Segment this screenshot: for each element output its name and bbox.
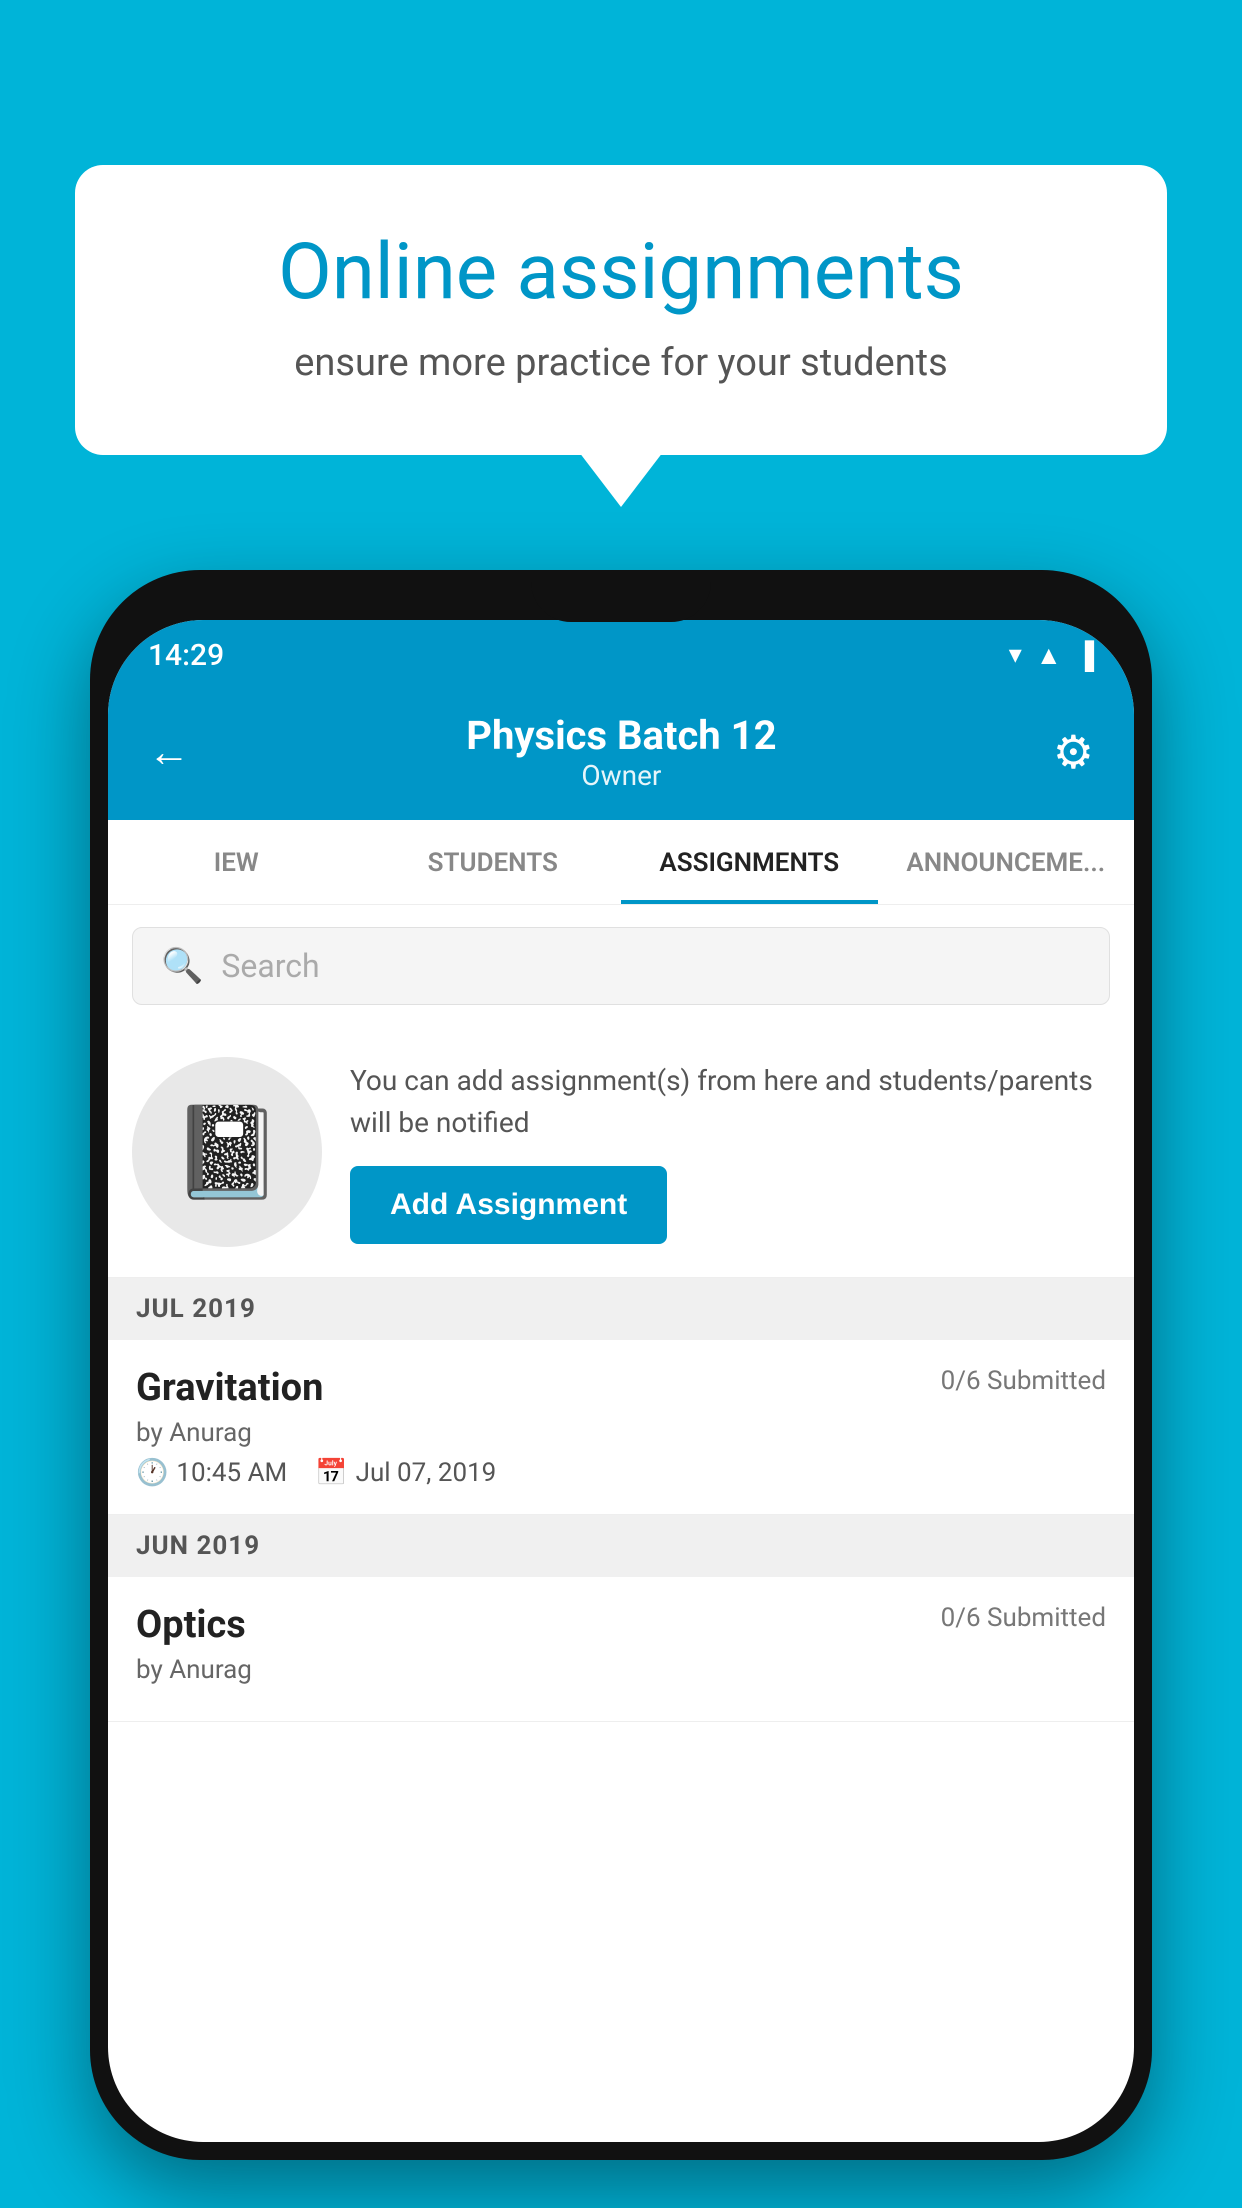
app-header: ← Physics Batch 12 Owner ⚙ [108, 690, 1134, 820]
tab-students[interactable]: STUDENTS [365, 820, 622, 904]
tabs-bar: IEW STUDENTS ASSIGNMENTS ANNOUNCEME... [108, 820, 1134, 905]
tab-assignments[interactable]: ASSIGNMENTS [621, 820, 878, 904]
wifi-icon: ▾ [1009, 640, 1022, 670]
speech-bubble-title: Online assignments [155, 230, 1087, 316]
tab-announcements[interactable]: ANNOUNCEME... [878, 820, 1135, 904]
assignment-time-value: 10:45 AM [176, 1458, 287, 1488]
assignment-by-optics: by Anurag [136, 1655, 1106, 1685]
assignment-top-row: Gravitation 0/6 Submitted [136, 1366, 1106, 1410]
promo-content: You can add assignment(s) from here and … [350, 1060, 1110, 1244]
phone-screen: 14:29 ▾ ▲ ▐ ← Physics Batch 12 Owner ⚙ I… [108, 620, 1134, 2142]
search-bar[interactable]: 🔍 Search [132, 927, 1110, 1005]
section-header-jul: JUL 2019 [108, 1278, 1134, 1340]
section-header-jun: JUN 2019 [108, 1515, 1134, 1577]
assignment-name-optics: Optics [136, 1603, 246, 1647]
promo-text: You can add assignment(s) from here and … [350, 1060, 1110, 1144]
calendar-icon: 📅 [315, 1458, 347, 1488]
phone-notch [531, 570, 711, 622]
assignment-item-gravitation[interactable]: Gravitation 0/6 Submitted by Anurag 🕐 10… [108, 1340, 1134, 1515]
assignment-item-optics[interactable]: Optics 0/6 Submitted by Anurag [108, 1577, 1134, 1722]
assignment-submitted-optics: 0/6 Submitted [941, 1603, 1106, 1633]
search-icon: 🔍 [161, 946, 203, 986]
promo-section: 📓 You can add assignment(s) from here an… [108, 1027, 1134, 1278]
assignment-submitted-gravitation: 0/6 Submitted [941, 1366, 1106, 1396]
search-placeholder: Search [221, 947, 319, 985]
tab-iew[interactable]: IEW [108, 820, 365, 904]
battery-icon: ▐ [1076, 640, 1094, 671]
status-bar: 14:29 ▾ ▲ ▐ [108, 620, 1134, 690]
add-assignment-button[interactable]: Add Assignment [350, 1166, 667, 1244]
signal-icon: ▲ [1036, 640, 1062, 671]
status-icons: ▾ ▲ ▐ [1009, 640, 1094, 671]
assignment-meta-gravitation: 🕐 10:45 AM 📅 Jul 07, 2019 [136, 1458, 1106, 1488]
promo-icon-circle: 📓 [132, 1057, 322, 1247]
assignment-top-row-optics: Optics 0/6 Submitted [136, 1603, 1106, 1647]
assignment-date: 📅 Jul 07, 2019 [315, 1458, 496, 1488]
header-subtitle: Owner [190, 759, 1053, 792]
status-time: 14:29 [148, 638, 224, 673]
speech-bubble-container: Online assignments ensure more practice … [75, 165, 1167, 455]
speech-bubble-subtitle: ensure more practice for your students [155, 341, 1087, 385]
header-title: Physics Batch 12 [190, 712, 1053, 759]
speech-bubble: Online assignments ensure more practice … [75, 165, 1167, 455]
notebook-icon: 📓 [171, 1100, 283, 1205]
header-center: Physics Batch 12 Owner [190, 712, 1053, 792]
assignment-name-gravitation: Gravitation [136, 1366, 323, 1410]
back-button[interactable]: ← [148, 728, 190, 777]
clock-icon: 🕐 [136, 1458, 168, 1488]
assignment-date-value: Jul 07, 2019 [356, 1458, 497, 1488]
assignment-by-gravitation: by Anurag [136, 1418, 1106, 1448]
search-container: 🔍 Search [108, 905, 1134, 1027]
assignment-time: 🕐 10:45 AM [136, 1458, 287, 1488]
phone-frame: 14:29 ▾ ▲ ▐ ← Physics Batch 12 Owner ⚙ I… [90, 570, 1152, 2160]
settings-icon[interactable]: ⚙ [1053, 725, 1094, 780]
